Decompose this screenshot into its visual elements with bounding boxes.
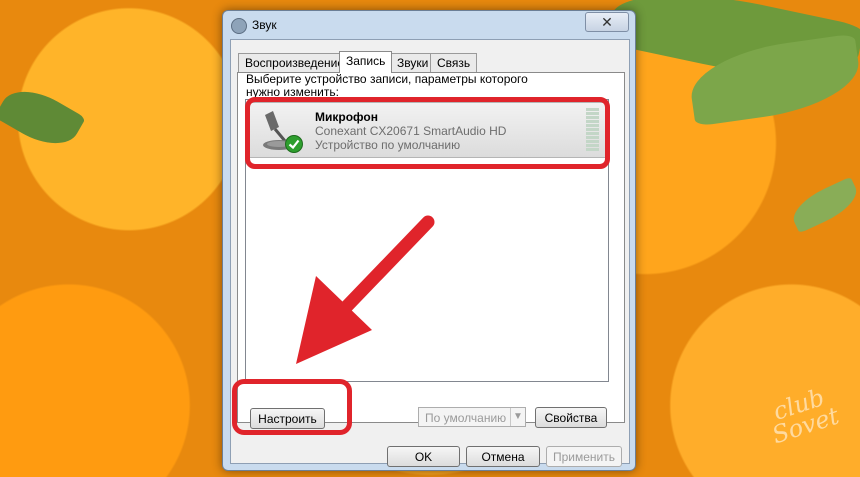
tab-recording[interactable]: Запись <box>339 51 393 73</box>
pointer-arrow <box>296 215 435 364</box>
